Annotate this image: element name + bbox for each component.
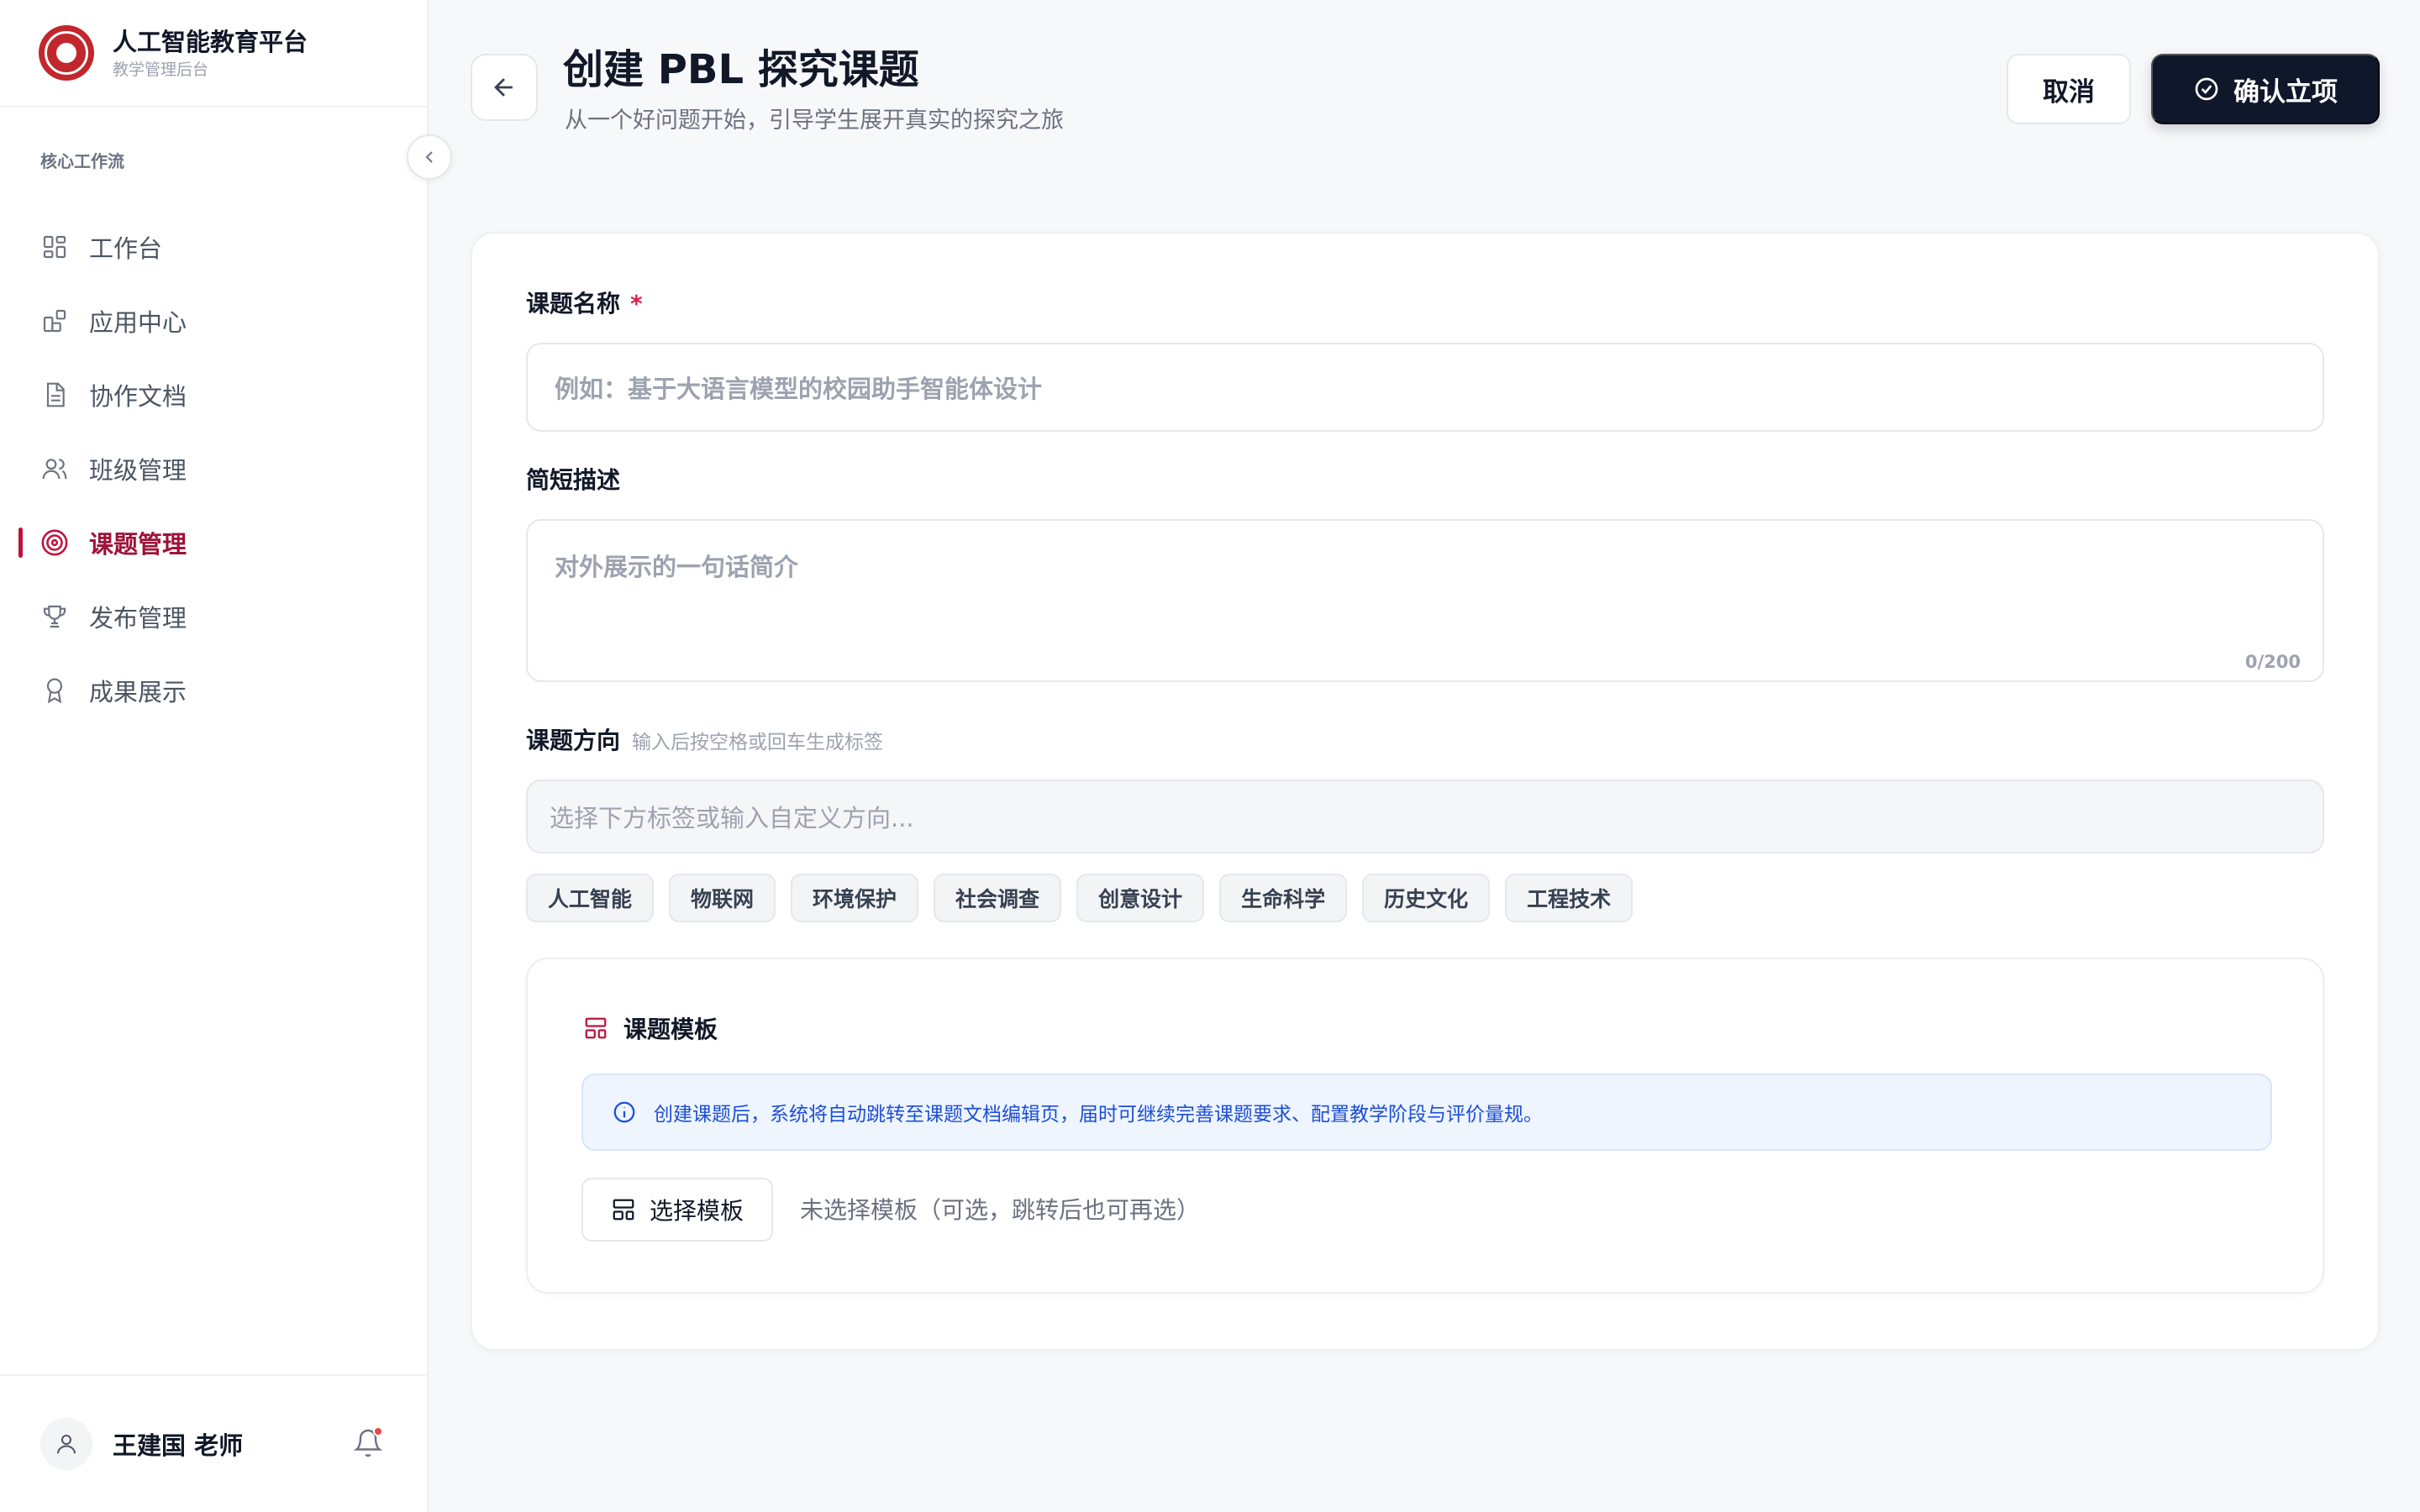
sidebar-item-label: 班级管理: [89, 456, 187, 485]
sidebar-item-label: 工作台: [89, 234, 163, 263]
document-icon: [40, 381, 69, 409]
direction-placeholder: 选择下方标签或输入自定义方向...: [550, 804, 914, 832]
trophy-icon: [40, 602, 69, 631]
direction-label: 课题方向 输入后按空格或回车生成标签: [526, 727, 884, 754]
sidebar-item-publish[interactable]: 发布管理: [0, 580, 429, 654]
create-topic-form: 课题名称 * 例如：基于大语言模型的校园助手智能体设计 简短描述 对外展示的一句话…: [471, 232, 2380, 1351]
notification-dot: [373, 1426, 383, 1436]
confirm-button-label: 确认立项: [2233, 76, 2338, 108]
collapse-sidebar-button[interactable]: [407, 134, 452, 180]
tag-chip[interactable]: 创意设计: [1076, 874, 1205, 922]
nav-section-label: 核心工作流: [40, 151, 124, 171]
tag-chip[interactable]: 人工智能: [526, 874, 655, 922]
template-panel: 课题模板 创建课题后，系统将自动跳转至课题文档编辑页，届时可继续完善课题要求、配…: [526, 958, 2324, 1294]
sidebar-item-label: 成果展示: [89, 678, 187, 706]
info-banner: 创建课题后，系统将自动跳转至课题文档编辑页，届时可继续完善课题要求、配置教学阶段…: [581, 1074, 2272, 1151]
brand-name: 人工智能教育平台: [113, 28, 308, 56]
direction-tags: 人工智能 物联网 环境保护 社会调查 创意设计 生命科学 历史文化 工程技术: [526, 874, 1634, 922]
description-textarea[interactable]: 对外展示的一句话简介 0/200: [526, 519, 2324, 682]
sidebar-item-apps[interactable]: 应用中心: [0, 284, 429, 358]
layout-template-icon: [613, 1199, 634, 1221]
brand[interactable]: 人工智能教育平台 教学管理后台: [39, 24, 308, 82]
arrow-left-icon: [494, 78, 513, 97]
description-placeholder: 对外展示的一句话简介: [555, 553, 799, 581]
info-icon: [613, 1101, 635, 1123]
info-text: 创建课题后，系统将自动跳转至课题文档编辑页，届时可继续完善课题要求、配置教学阶段…: [654, 1104, 1543, 1126]
notification-bell-icon[interactable]: [350, 1425, 387, 1462]
required-mark: *: [630, 290, 643, 318]
direction-input[interactable]: 选择下方标签或输入自定义方向...: [526, 780, 2324, 853]
divider: [0, 106, 429, 108]
school-logo-icon: [39, 25, 94, 81]
brand-subtitle: 教学管理后台: [113, 60, 209, 79]
tag-chip[interactable]: 生命科学: [1219, 874, 1348, 922]
user-name: 王建国 老师: [113, 1431, 244, 1460]
tag-chip[interactable]: 工程技术: [1505, 874, 1634, 922]
template-status: 未选择模板（可选，跳转后也可再选）: [800, 1196, 1201, 1224]
divider: [0, 1374, 429, 1376]
confirm-button[interactable]: 确认立项: [2151, 54, 2380, 124]
chevron-left-icon: [425, 151, 433, 163]
sidebar-item-classes[interactable]: 班级管理: [0, 432, 429, 506]
sidebar-item-label: 课题管理: [89, 530, 187, 559]
avatar: [40, 1418, 92, 1470]
sidebar-item-topics[interactable]: 课题管理: [0, 506, 429, 580]
page-title: 创建 PBL 探究课题: [563, 46, 919, 93]
page-subtitle: 从一个好问题开始，引导学生展开真实的探究之旅: [565, 108, 1064, 134]
sidebar-item-label: 协作文档: [89, 382, 187, 411]
award-icon: [40, 676, 69, 705]
sidebar-nav: 工作台 应用中心 协作文档 班级管理 课题管理 发布管理 成果展示: [0, 210, 429, 727]
target-icon: [40, 528, 69, 557]
tag-chip[interactable]: 社会调查: [934, 874, 1062, 922]
template-title: 课题模板: [583, 1011, 718, 1045]
cancel-button[interactable]: 取消: [2007, 54, 2131, 124]
tag-chip[interactable]: 环境保护: [791, 874, 919, 922]
sidebar-item-dashboard[interactable]: 工作台: [0, 210, 429, 284]
sidebar-item-label: 发布管理: [89, 604, 187, 633]
back-button[interactable]: [471, 54, 538, 121]
topic-name-input[interactable]: 例如：基于大语言模型的校园助手智能体设计: [526, 343, 2324, 432]
dashboard-icon: [40, 233, 69, 261]
user-profile[interactable]: 王建国 老师: [40, 1418, 243, 1470]
direction-hint: 输入后按空格或回车生成标签: [632, 732, 884, 753]
topic-name-label: 课题名称 *: [526, 290, 643, 318]
topic-name-placeholder: 例如：基于大语言模型的校园助手智能体设计: [555, 375, 1043, 403]
sidebar-item-label: 应用中心: [89, 308, 187, 337]
users-icon: [40, 454, 69, 483]
char-counter: 0/200: [2244, 652, 2301, 672]
select-template-button[interactable]: 选择模板: [581, 1178, 773, 1242]
tag-chip[interactable]: 历史文化: [1362, 874, 1491, 922]
tag-chip[interactable]: 物联网: [669, 874, 776, 922]
sidebar-item-docs[interactable]: 协作文档: [0, 358, 429, 432]
check-circle-icon: [2195, 77, 2218, 101]
apps-icon: [40, 307, 69, 335]
sidebar: 人工智能教育平台 教学管理后台 核心工作流 工作台 应用中心 协作文档 班级管理…: [0, 0, 429, 1512]
layout-template-icon: [585, 1017, 607, 1039]
description-label: 简短描述: [526, 466, 621, 494]
sidebar-item-showcase[interactable]: 成果展示: [0, 654, 429, 727]
